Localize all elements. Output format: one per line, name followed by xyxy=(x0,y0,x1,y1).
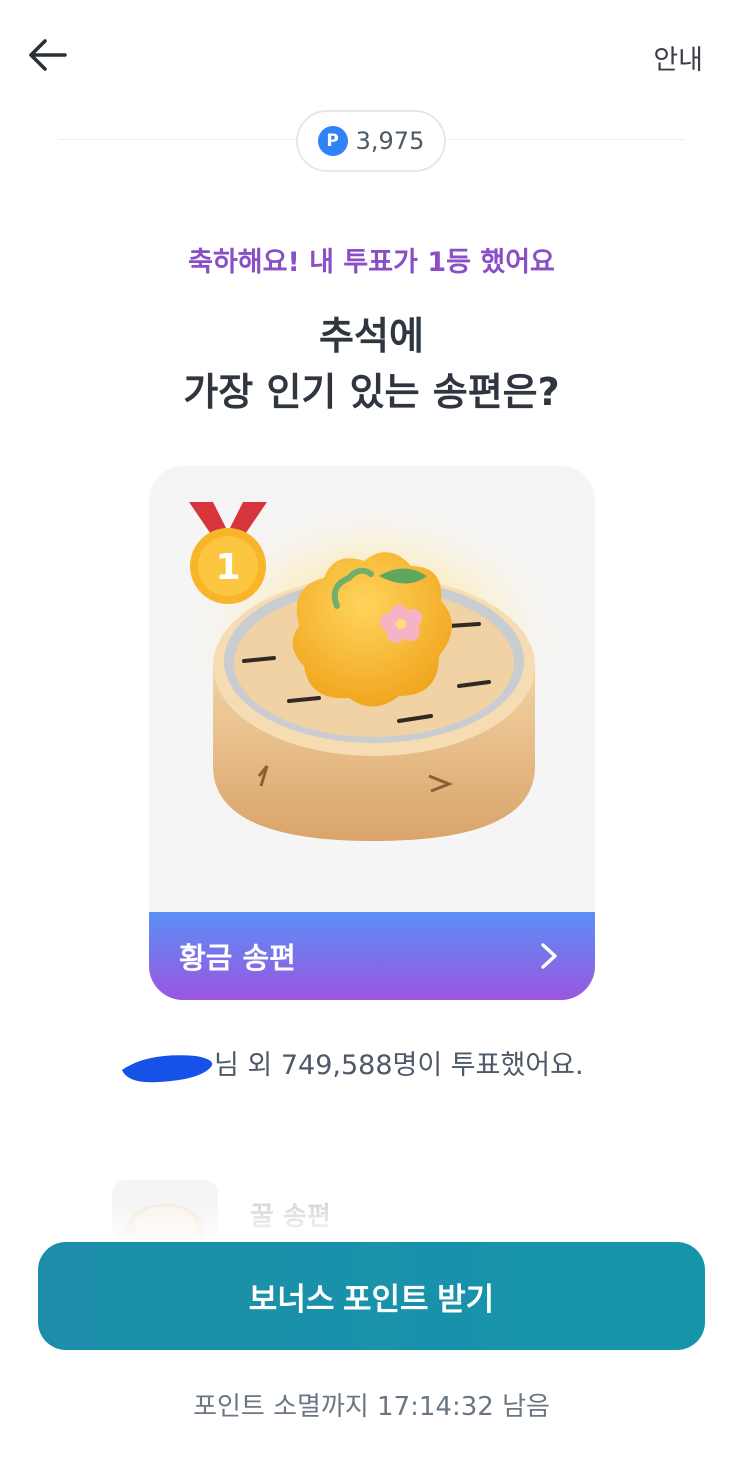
bonus-points-button[interactable]: 보너스 포인트 받기 xyxy=(38,1242,705,1350)
svg-text:1: 1 xyxy=(215,547,240,588)
back-button[interactable] xyxy=(22,32,72,78)
congrats-message: 축하해요! 내 투표가 1등 했어요 xyxy=(188,247,555,278)
question-line-1: 추석에 xyxy=(319,314,424,358)
vote-question: 추석에 가장 인기 있는 송편은? xyxy=(0,308,743,420)
question-line-2: 가장 인기 있는 송편은? xyxy=(183,370,560,414)
points-badge: P 3,975 xyxy=(296,110,446,172)
points-expire-timer: 포인트 소멸까지 17:14:32 남음 xyxy=(193,1392,550,1422)
voter-count-suffix: 님 외 749,588명이 투표했어요. xyxy=(214,1050,584,1081)
chevron-right-icon xyxy=(541,943,557,969)
redacted-name xyxy=(118,1050,214,1084)
guide-link[interactable]: 안내 xyxy=(653,38,703,77)
golden-songpyeon-image: 1 xyxy=(174,502,574,841)
point-icon: P xyxy=(317,126,348,156)
points-value: 3,975 xyxy=(355,127,425,155)
arrow-left-icon xyxy=(29,39,67,71)
winner-card[interactable]: 1 황금 송편 xyxy=(149,466,595,1000)
gold-medal-icon: 1 xyxy=(189,502,267,604)
bonus-points-button-label: 보너스 포인트 받기 xyxy=(248,1281,495,1317)
winner-label-bar[interactable]: 황금 송편 xyxy=(149,912,595,1000)
voter-count-text: 님 외 749,588명이 투표했어요. xyxy=(118,1043,584,1084)
winner-label: 황금 송편 xyxy=(179,941,296,975)
